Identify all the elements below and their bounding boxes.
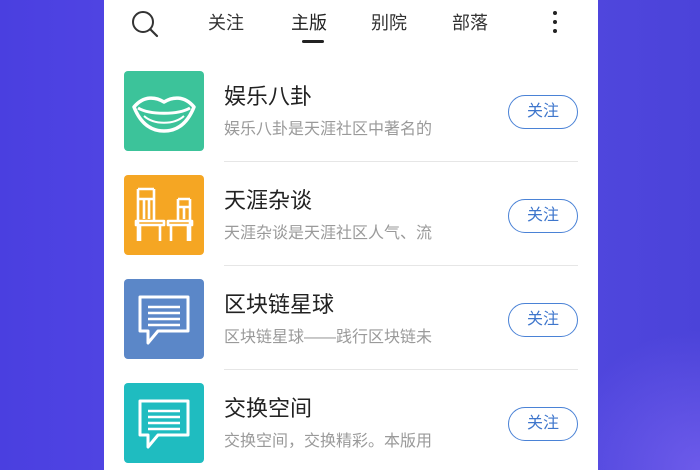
- active-tab-indicator: [302, 40, 324, 43]
- top-navigation: 关注 主版 别院 部落: [104, 0, 598, 50]
- board-description: 娱乐八卦是天涯社区中著名的: [224, 121, 433, 138]
- message-icon: [124, 279, 204, 359]
- divider: [224, 265, 578, 266]
- list-item[interactable]: 天涯杂谈 天涯杂谈是天涯社区人气、流 关注: [104, 166, 598, 266]
- chairs-icon: [124, 175, 204, 255]
- tab-follow[interactable]: 关注: [208, 11, 244, 35]
- message-icon: [124, 383, 204, 463]
- board-title: 交换空间: [224, 396, 313, 421]
- background-glow: [580, 310, 700, 470]
- lips-icon: [124, 71, 204, 151]
- tab-main[interactable]: 主版: [291, 11, 327, 35]
- board-description: 区块链星球——践行区块链未: [224, 329, 433, 346]
- more-vertical-icon[interactable]: [550, 11, 560, 37]
- board-description: 交换空间，交换精彩。本版用: [224, 433, 433, 450]
- board-title: 区块链星球: [224, 292, 335, 317]
- follow-button[interactable]: 关注: [508, 199, 578, 233]
- follow-button[interactable]: 关注: [508, 95, 578, 129]
- search-icon[interactable]: [130, 9, 160, 39]
- follow-button[interactable]: 关注: [508, 407, 578, 441]
- list-item[interactable]: 区块链星球 区块链星球——践行区块链未 关注: [104, 270, 598, 370]
- list-item[interactable]: 交换空间 交换空间，交换精彩。本版用 关注: [104, 374, 598, 470]
- board-title: 天涯杂谈: [224, 188, 313, 213]
- follow-button[interactable]: 关注: [508, 303, 578, 337]
- list-item[interactable]: 娱乐八卦 娱乐八卦是天涯社区中著名的 关注: [104, 62, 598, 162]
- board-title: 娱乐八卦: [224, 84, 313, 109]
- tab-tribe[interactable]: 部落: [452, 11, 488, 35]
- tab-courtyard[interactable]: 别院: [371, 11, 407, 35]
- divider: [224, 161, 578, 162]
- board-description: 天涯杂谈是天涯社区人气、流: [224, 225, 433, 242]
- divider: [224, 369, 578, 370]
- app-screen: 关注 主版 别院 部落 娱乐八卦 娱乐八卦是天涯社区中著名的 关注 天涯杂谈 天…: [104, 0, 598, 470]
